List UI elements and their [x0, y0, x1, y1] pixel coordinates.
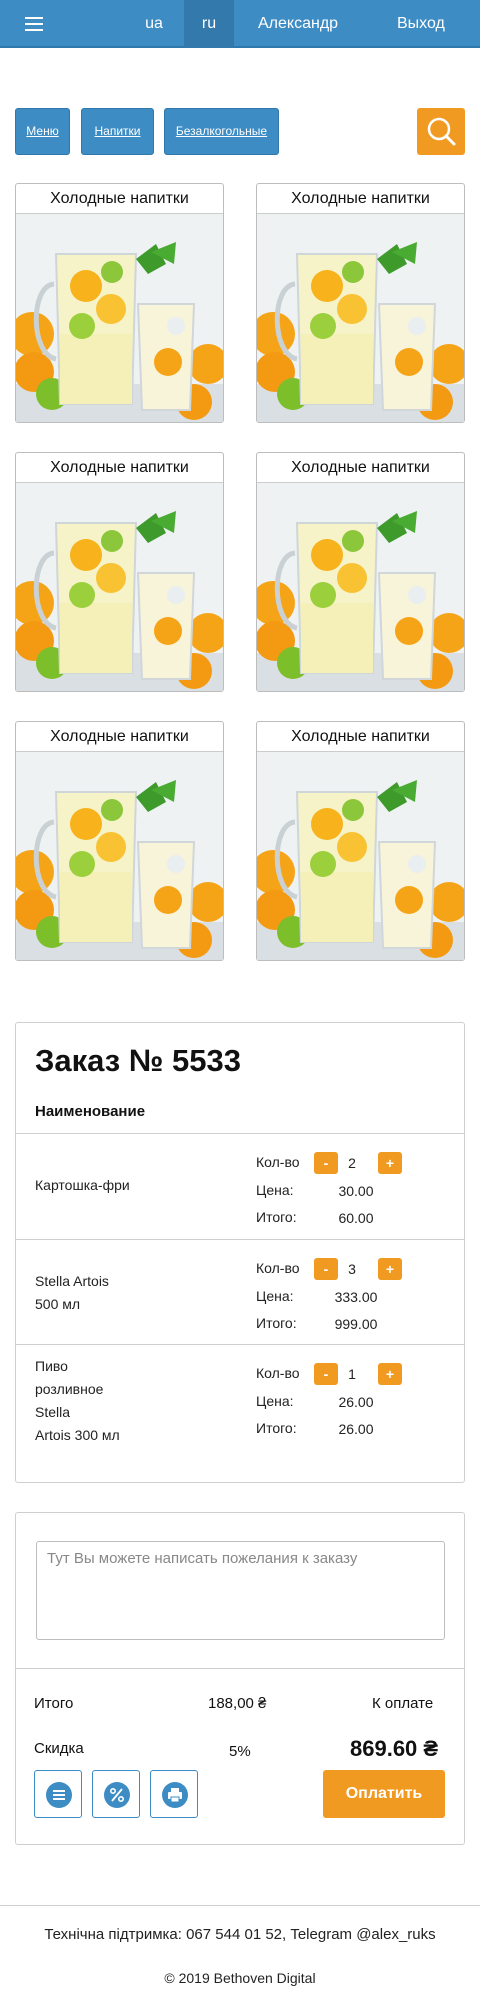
- subtotal-value: 188,00 ₴: [208, 1695, 267, 1712]
- decrease-qty-button[interactable]: -: [314, 1363, 338, 1385]
- order-item-name-line: Artois 300 мл: [35, 1427, 120, 1443]
- order-item-name: Картошка-фри: [35, 1174, 130, 1197]
- product-card[interactable]: Холодные напитки: [256, 452, 465, 692]
- qty-label: Кол-во: [256, 1365, 300, 1381]
- lemonade-photo: [257, 214, 464, 422]
- product-card[interactable]: Холодные напитки: [15, 183, 224, 423]
- order-item-row: Картошка-фри Кол-во - 2 + Цена: 30.00 Ит…: [16, 1133, 464, 1239]
- language-ru-button[interactable]: ru: [184, 0, 234, 48]
- order-item-name-line: Картошка-фри: [35, 1177, 130, 1193]
- payment-panel: Итого 188,00 ₴ К оплате Скидка 5% 869.60…: [15, 1512, 465, 1845]
- order-item-name-line: Пиво: [35, 1358, 68, 1374]
- item-total-label: Итого:: [256, 1420, 297, 1436]
- support-contacts: Технічна підтримка: 067 544 01 52, Teleg…: [44, 1926, 436, 1943]
- printer-icon: [162, 1782, 188, 1808]
- subtotal-label: Итого: [34, 1695, 74, 1712]
- to-pay-amount: 869.60 ₴: [350, 1736, 439, 1761]
- hamburger-menu-button[interactable]: [22, 12, 46, 36]
- item-total-label: Итого:: [256, 1209, 297, 1225]
- qty-label: Кол-во: [256, 1260, 300, 1276]
- column-header-name: Наименование: [35, 1103, 146, 1120]
- order-item-name-line: 500 мл: [35, 1296, 81, 1312]
- top-navigation-bar: ua ru Александр Выход: [0, 0, 480, 48]
- divider: [16, 1668, 464, 1669]
- increase-qty-button[interactable]: +: [378, 1258, 402, 1280]
- product-card[interactable]: Холодные напитки: [15, 721, 224, 961]
- order-item-name-line: Stella Artois: [35, 1273, 109, 1289]
- lemonade-photo: [16, 752, 223, 960]
- order-wishes-input[interactable]: [36, 1541, 445, 1640]
- list-icon: [46, 1782, 72, 1808]
- order-item-row: Stella Artois 500 мл Кол-во - 3 + Цена: 3…: [16, 1239, 464, 1344]
- product-card[interactable]: Холодные напитки: [256, 721, 465, 961]
- copyright: © 2019 Bethoven Digital: [164, 1970, 316, 1986]
- decrease-qty-button[interactable]: -: [314, 1258, 338, 1280]
- qty-value: 1: [348, 1366, 356, 1382]
- item-total-value: 999.00: [334, 1316, 378, 1332]
- discount-value: 5%: [229, 1743, 251, 1760]
- product-card-title: Холодные напитки: [257, 453, 464, 483]
- menu-list-button[interactable]: [34, 1770, 82, 1818]
- order-item-name: Пиво розливное Stella Artois 300 мл: [35, 1355, 120, 1447]
- breadcrumb-drinks[interactable]: Напитки: [81, 108, 154, 155]
- price-label: Цена:: [256, 1288, 294, 1304]
- qty-value: 3: [348, 1261, 356, 1277]
- language-ua-button[interactable]: ua: [129, 0, 179, 48]
- product-card[interactable]: Холодные напитки: [256, 183, 465, 423]
- lemonade-photo: [16, 214, 223, 422]
- product-card-title: Холодные напитки: [16, 184, 223, 214]
- item-total-label: Итого:: [256, 1315, 297, 1331]
- product-card-title: Холодные напитки: [257, 184, 464, 214]
- decrease-qty-button[interactable]: -: [314, 1152, 338, 1174]
- lemonade-photo: [257, 483, 464, 691]
- price-label: Цена:: [256, 1182, 294, 1198]
- order-item-name-line: Stella: [35, 1404, 71, 1420]
- qty-label: Кол-во: [256, 1154, 300, 1170]
- discount-button[interactable]: [92, 1770, 140, 1818]
- product-card-title: Холодные напитки: [16, 453, 223, 483]
- order-item-name-line: розливное: [35, 1381, 104, 1397]
- breadcrumb-menu[interactable]: Меню: [15, 108, 70, 155]
- logout-link[interactable]: Выход: [397, 0, 445, 48]
- footer: Технічна підтримка: 067 544 01 52, Teleg…: [0, 1905, 480, 1996]
- search-button[interactable]: [417, 108, 465, 155]
- breadcrumb-non-alcoholic[interactable]: Безалкогольные: [164, 108, 279, 155]
- print-button[interactable]: [150, 1770, 198, 1818]
- product-card[interactable]: Холодные напитки: [15, 452, 224, 692]
- hamburger-icon: [25, 17, 43, 31]
- item-total-value: 26.00: [338, 1421, 374, 1437]
- lemonade-photo: [257, 752, 464, 960]
- product-card-title: Холодные напитки: [257, 722, 464, 752]
- order-panel: Заказ № 5533 Наименование Картошка-фри К…: [15, 1022, 465, 1483]
- increase-qty-button[interactable]: +: [378, 1363, 402, 1385]
- product-card-title: Холодные напитки: [16, 722, 223, 752]
- item-total-value: 60.00: [338, 1210, 374, 1226]
- lemonade-photo: [16, 483, 223, 691]
- search-icon: [427, 117, 456, 146]
- order-item-name: Stella Artois 500 мл: [35, 1270, 109, 1316]
- pay-button[interactable]: Оплатить: [323, 1770, 445, 1818]
- discount-label: Скидка: [34, 1740, 84, 1757]
- price-value: 333.00: [334, 1289, 378, 1305]
- increase-qty-button[interactable]: +: [378, 1152, 402, 1174]
- price-value: 26.00: [338, 1394, 374, 1410]
- to-pay-label: К оплате: [372, 1695, 434, 1712]
- price-label: Цена:: [256, 1393, 294, 1409]
- user-name-link[interactable]: Александр: [258, 0, 338, 48]
- order-title: Заказ № 5533: [35, 1043, 241, 1078]
- percent-icon: [104, 1782, 130, 1808]
- qty-value: 2: [348, 1155, 356, 1171]
- price-value: 30.00: [338, 1183, 374, 1199]
- order-item-row: Пиво розливное Stella Artois 300 мл Кол-во …: [16, 1344, 464, 1443]
